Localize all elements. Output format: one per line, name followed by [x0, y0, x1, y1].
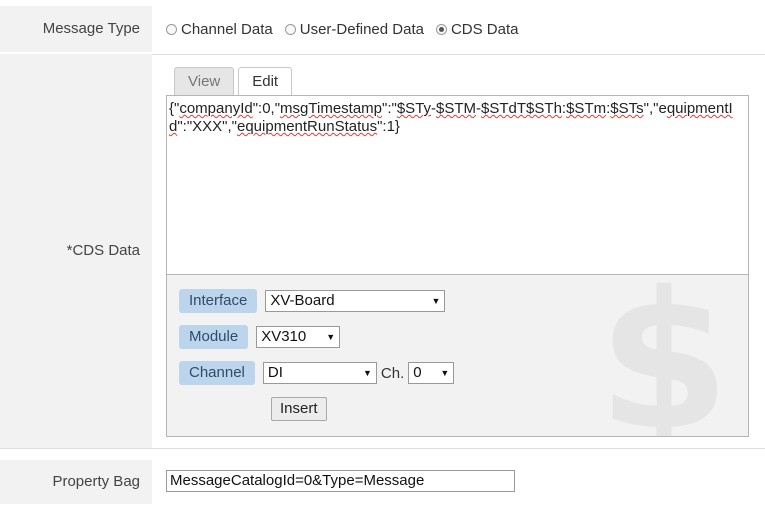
message-type-label: Message Type — [0, 6, 152, 52]
ch-value: 0 — [413, 364, 422, 381]
divider — [0, 448, 765, 449]
text-fragment: ":"XXX"," — [177, 118, 237, 135]
module-value: XV310 — [261, 328, 307, 345]
channel-row: Channel DI ▼ Ch. 0 ▼ — [179, 361, 455, 385]
radio-button-icon[interactable] — [166, 23, 177, 35]
radio-label: User-Defined Data — [299, 20, 424, 38]
chevron-down-icon: ▼ — [431, 296, 441, 306]
channel-value: DI — [267, 364, 283, 381]
radio-button-icon[interactable] — [284, 23, 296, 35]
property-bag-label: Property Bag — [0, 460, 152, 504]
misspelled-word: msgTimestamp — [280, 100, 383, 117]
misspelled-word: $STdT$STh — [481, 100, 562, 117]
insert-button[interactable]: Insert — [271, 397, 327, 421]
radio-user-defined-data[interactable]: User-Defined Data — [284, 20, 424, 38]
text-fragment: ","e — [643, 100, 667, 117]
text-fragment: {" — [169, 100, 180, 117]
module-select[interactable]: XV310 ▼ — [256, 326, 341, 348]
radio-cds-data[interactable]: CDS Data — [435, 20, 519, 38]
tab-view[interactable]: View — [174, 67, 235, 95]
misspelled-word: companyId — [179, 100, 253, 117]
interface-label: Interface — [179, 289, 258, 313]
ch-select[interactable]: 0 ▼ — [408, 362, 455, 384]
text-fragment: ":" — [382, 100, 397, 117]
interface-row: Interface XV-Board ▼ — [179, 289, 446, 313]
tab-edit[interactable]: Edit — [238, 67, 293, 97]
ch-label: Ch. — [380, 364, 405, 382]
variable-insert-panel: $ Interface XV-Board ▼ Module XV310 ▼ Ch… — [166, 275, 749, 437]
property-bag-input[interactable]: MessageCatalogId=0&Type=Message — [166, 470, 515, 492]
cds-data-row: *CDS Data View Edit {"companyId":0,"msgT… — [0, 54, 765, 448]
radio-button-selected-icon[interactable] — [435, 23, 447, 35]
property-bag-row: Property Bag MessageCatalogId=0&Type=Mes… — [0, 460, 765, 504]
message-type-radio-group: Channel Data User-Defined Data CDS Data — [166, 6, 518, 52]
interface-value: XV-Board — [270, 292, 335, 309]
editor-tabs: View Edit — [174, 67, 293, 97]
radio-channel-data[interactable]: Channel Data — [166, 21, 273, 38]
misspelled-word: $STy — [396, 100, 432, 117]
module-label: Module — [179, 325, 249, 349]
channel-label: Channel — [179, 361, 255, 385]
cds-data-editor[interactable]: {"companyId":0,"msgTimestamp":"$STy-$STM… — [166, 95, 749, 275]
message-type-row: Message Type Channel Data User-Defined D… — [0, 0, 765, 54]
interface-select[interactable]: XV-Board ▼ — [265, 290, 446, 312]
chevron-down-icon: ▼ — [326, 332, 336, 342]
misspelled-word: equipmentRunStatus — [237, 118, 378, 135]
module-row: Module XV310 ▼ — [179, 325, 341, 349]
text-fragment: ":0," — [252, 100, 281, 117]
misspelled-word: $STm — [566, 100, 607, 117]
misspelled-word: $STM — [436, 100, 477, 117]
chevron-down-icon: ▼ — [362, 368, 372, 378]
chevron-down-icon: ▼ — [440, 368, 450, 378]
channel-select[interactable]: DI ▼ — [262, 362, 377, 384]
radio-label: CDS Data — [450, 20, 519, 38]
cds-data-label: *CDS Data — [0, 54, 152, 448]
misspelled-word: $STs — [610, 100, 644, 117]
dollar-watermark-icon: $ — [597, 275, 730, 437]
text-fragment: ":1} — [377, 118, 400, 135]
radio-label: Channel Data — [181, 20, 273, 38]
